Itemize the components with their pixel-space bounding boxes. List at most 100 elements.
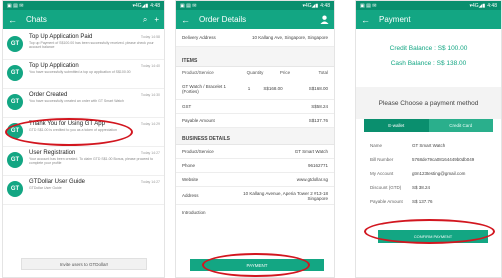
chat-snippet: GTDollar User Guide (29, 186, 62, 190)
signal-icon: ▾4G◢▮ (469, 2, 486, 9)
tab-credit-card[interactable]: Credit Card (428, 119, 493, 132)
gt-avatar: GT (7, 152, 23, 168)
signal-icon: ▾4G◢▮ (302, 2, 319, 9)
biz-address-label: Address (182, 193, 199, 198)
status-icons: ▣ ▤ ✉ (7, 2, 24, 9)
gt-avatar: GT (7, 94, 23, 110)
payable-value: S$ 137.76 (412, 198, 433, 204)
highlight-circle (5, 118, 133, 146)
payment-method-tabs: E-wallet Credit Card (364, 119, 493, 132)
account-value: gtm123testing@gmail.com (412, 170, 466, 176)
chat-snippet: You have successfully submitted a top up… (29, 70, 131, 74)
gst-label: GST (182, 104, 192, 109)
chat-item-topup-paid[interactable]: GT Top Up Application Paid Today 14:58 To… (3, 31, 164, 60)
business-heading: BUSINESS DETAILS (176, 133, 334, 145)
bill-value: 5768de79ca08164449b0db049 (412, 156, 475, 162)
profile-icon[interactable] (320, 15, 329, 24)
page-title: Payment (379, 15, 411, 24)
highlight-circle (364, 219, 495, 244)
status-time: 4:48 (150, 2, 160, 9)
order-app-bar: ← Order Details (176, 10, 334, 29)
delivery-address-row: Delivery Address 10 Kallang Ave, Singapo… (176, 29, 334, 47)
back-arrow-icon[interactable]: ← (181, 15, 193, 25)
col-product: Product/Service (182, 70, 214, 75)
chat-title: Top Up Application Paid (29, 34, 93, 40)
chats-screen: ▣ ▤ ✉ ▾4G◢▮ 4:48 ← Chats ⌕ + GT Top Up Ap… (2, 0, 165, 278)
biz-phone-row: Phone 96162771 (176, 159, 334, 173)
items-header-row: Product/Service Quantity Price Total (176, 67, 334, 78)
chat-title: User Registration (29, 150, 76, 156)
item-price: S$168.00 (263, 86, 283, 91)
discount-value: S$ 38.24 (412, 184, 431, 190)
chat-time: Today 14:27 (140, 151, 160, 155)
chat-item-user-guide[interactable]: GT GTDollar User Guide Today 14:27 GTDoll… (3, 176, 164, 205)
page-title: Chats (26, 15, 47, 24)
chat-time: Today 14:30 (140, 93, 160, 97)
page-title: Order Details (199, 15, 247, 24)
highlight-circle (202, 253, 310, 277)
status-time: 4:48 (320, 2, 330, 9)
chat-item-registration[interactable]: GT User Registration Today 14:27 Your acc… (3, 147, 164, 176)
biz-address-row: Address 10 Kallang Avenue, Aperia Tower … (176, 187, 334, 205)
add-icon[interactable]: + (154, 15, 159, 24)
name-value: GT Smart Watch (412, 142, 446, 148)
col-total: Total (318, 70, 328, 75)
search-icon[interactable]: ⌕ (143, 15, 147, 25)
back-arrow-icon[interactable]: ← (8, 15, 20, 25)
item-qty: 1 (247, 86, 251, 91)
biz-phone-value[interactable]: 96162771 (240, 163, 328, 168)
chat-title: GTDollar User Guide (29, 179, 86, 185)
payment-app-bar: ← Payment (356, 10, 501, 29)
chat-title: Order Created (29, 92, 68, 98)
account-label: My Account (370, 170, 394, 176)
biz-intro-row: Introduction (176, 205, 334, 219)
biz-intro-label: Introduction (182, 209, 206, 215)
cash-balance: Cash Balance : S$ 138.00 (390, 60, 467, 67)
biz-website-label: Website (182, 177, 199, 182)
payable-label: Payable Amount (370, 198, 403, 204)
status-time: 4:48 (487, 2, 497, 9)
col-price: Price (279, 70, 291, 75)
item-total: S$168.00 (308, 86, 328, 91)
items-heading: ITEMS (176, 55, 334, 67)
item-name: GT Watch / Bracelet 1 (Forties) (182, 83, 227, 94)
invite-users-button[interactable]: Invite users to GTDollar! (21, 258, 147, 270)
status-bar: ▣ ▤ ✉ ▾4G◢▮ 4:48 (356, 1, 501, 10)
chat-snippet: Top up Payment of S$100.00 has been succ… (29, 41, 154, 50)
gt-avatar: GT (7, 181, 23, 197)
chats-app-bar: ← Chats ⌕ + (3, 10, 164, 29)
name-row: Name GT Smart Watch (356, 138, 501, 152)
status-bar: ▣ ▤ ✉ ▾4G◢▮ 4:48 (3, 1, 164, 10)
biz-product-row: Product/Service GT Smart Watch (176, 145, 334, 159)
gt-avatar: GT (7, 65, 23, 81)
order-details-screen: ▣ ▤ ✉ ▾4G◢▮ 4:48 ← Order Details Delivery… (175, 0, 335, 278)
choose-method-heading: Please Choose a payment method (356, 87, 501, 119)
status-icons: ▣ ▤ ✉ (360, 2, 377, 9)
biz-address-value: 10 Kallang Avenue, Aperia Tower 2 #13-18… (243, 190, 328, 201)
payable-row: Payable Amount S$137.76 (176, 114, 334, 128)
biz-product-label: Product/Service (182, 149, 214, 154)
biz-website-value[interactable]: www.gtdollar.sg (240, 177, 328, 182)
chat-item-topup[interactable]: GT Top Up Application Today 14:40 You hav… (3, 60, 164, 89)
chat-list: GT Top Up Application Paid Today 14:58 To… (3, 29, 164, 205)
gst-value: S$58.24 (311, 104, 328, 109)
chat-time: Today 14:58 (140, 35, 160, 39)
biz-website-row: Website www.gtdollar.sg (176, 173, 334, 187)
chat-time: Today 14:29 (140, 122, 160, 126)
col-quantity: Quantity (246, 70, 264, 75)
payable-value: S$137.76 (308, 118, 328, 123)
biz-phone-label: Phone (182, 163, 196, 168)
item-row: GT Watch / Bracelet 1 (Forties) 1 S$168.… (176, 78, 334, 100)
gt-avatar: GT (7, 36, 23, 52)
payable-label: Payable Amount (182, 118, 215, 123)
chat-snippet: You have successfully created an order w… (29, 99, 124, 103)
discount-label: Discount (GTD) (370, 184, 402, 190)
payment-screen: ▣ ▤ ✉ ▾4G◢▮ 4:48 ← Payment Credit Balance… (355, 0, 502, 278)
delivery-label: Delivery Address (182, 35, 216, 40)
back-arrow-icon[interactable]: ← (361, 15, 373, 25)
chat-item-order-created[interactable]: GT Order Created Today 14:30 You have suc… (3, 89, 164, 118)
chat-snippet: Your account has been created. To claim … (29, 157, 154, 166)
status-icons: ▣ ▤ ✉ (180, 2, 197, 9)
bill-row: Bill Number 5768de79ca08164449b0db049 (356, 152, 501, 166)
tab-ewallet[interactable]: E-wallet (364, 119, 429, 132)
